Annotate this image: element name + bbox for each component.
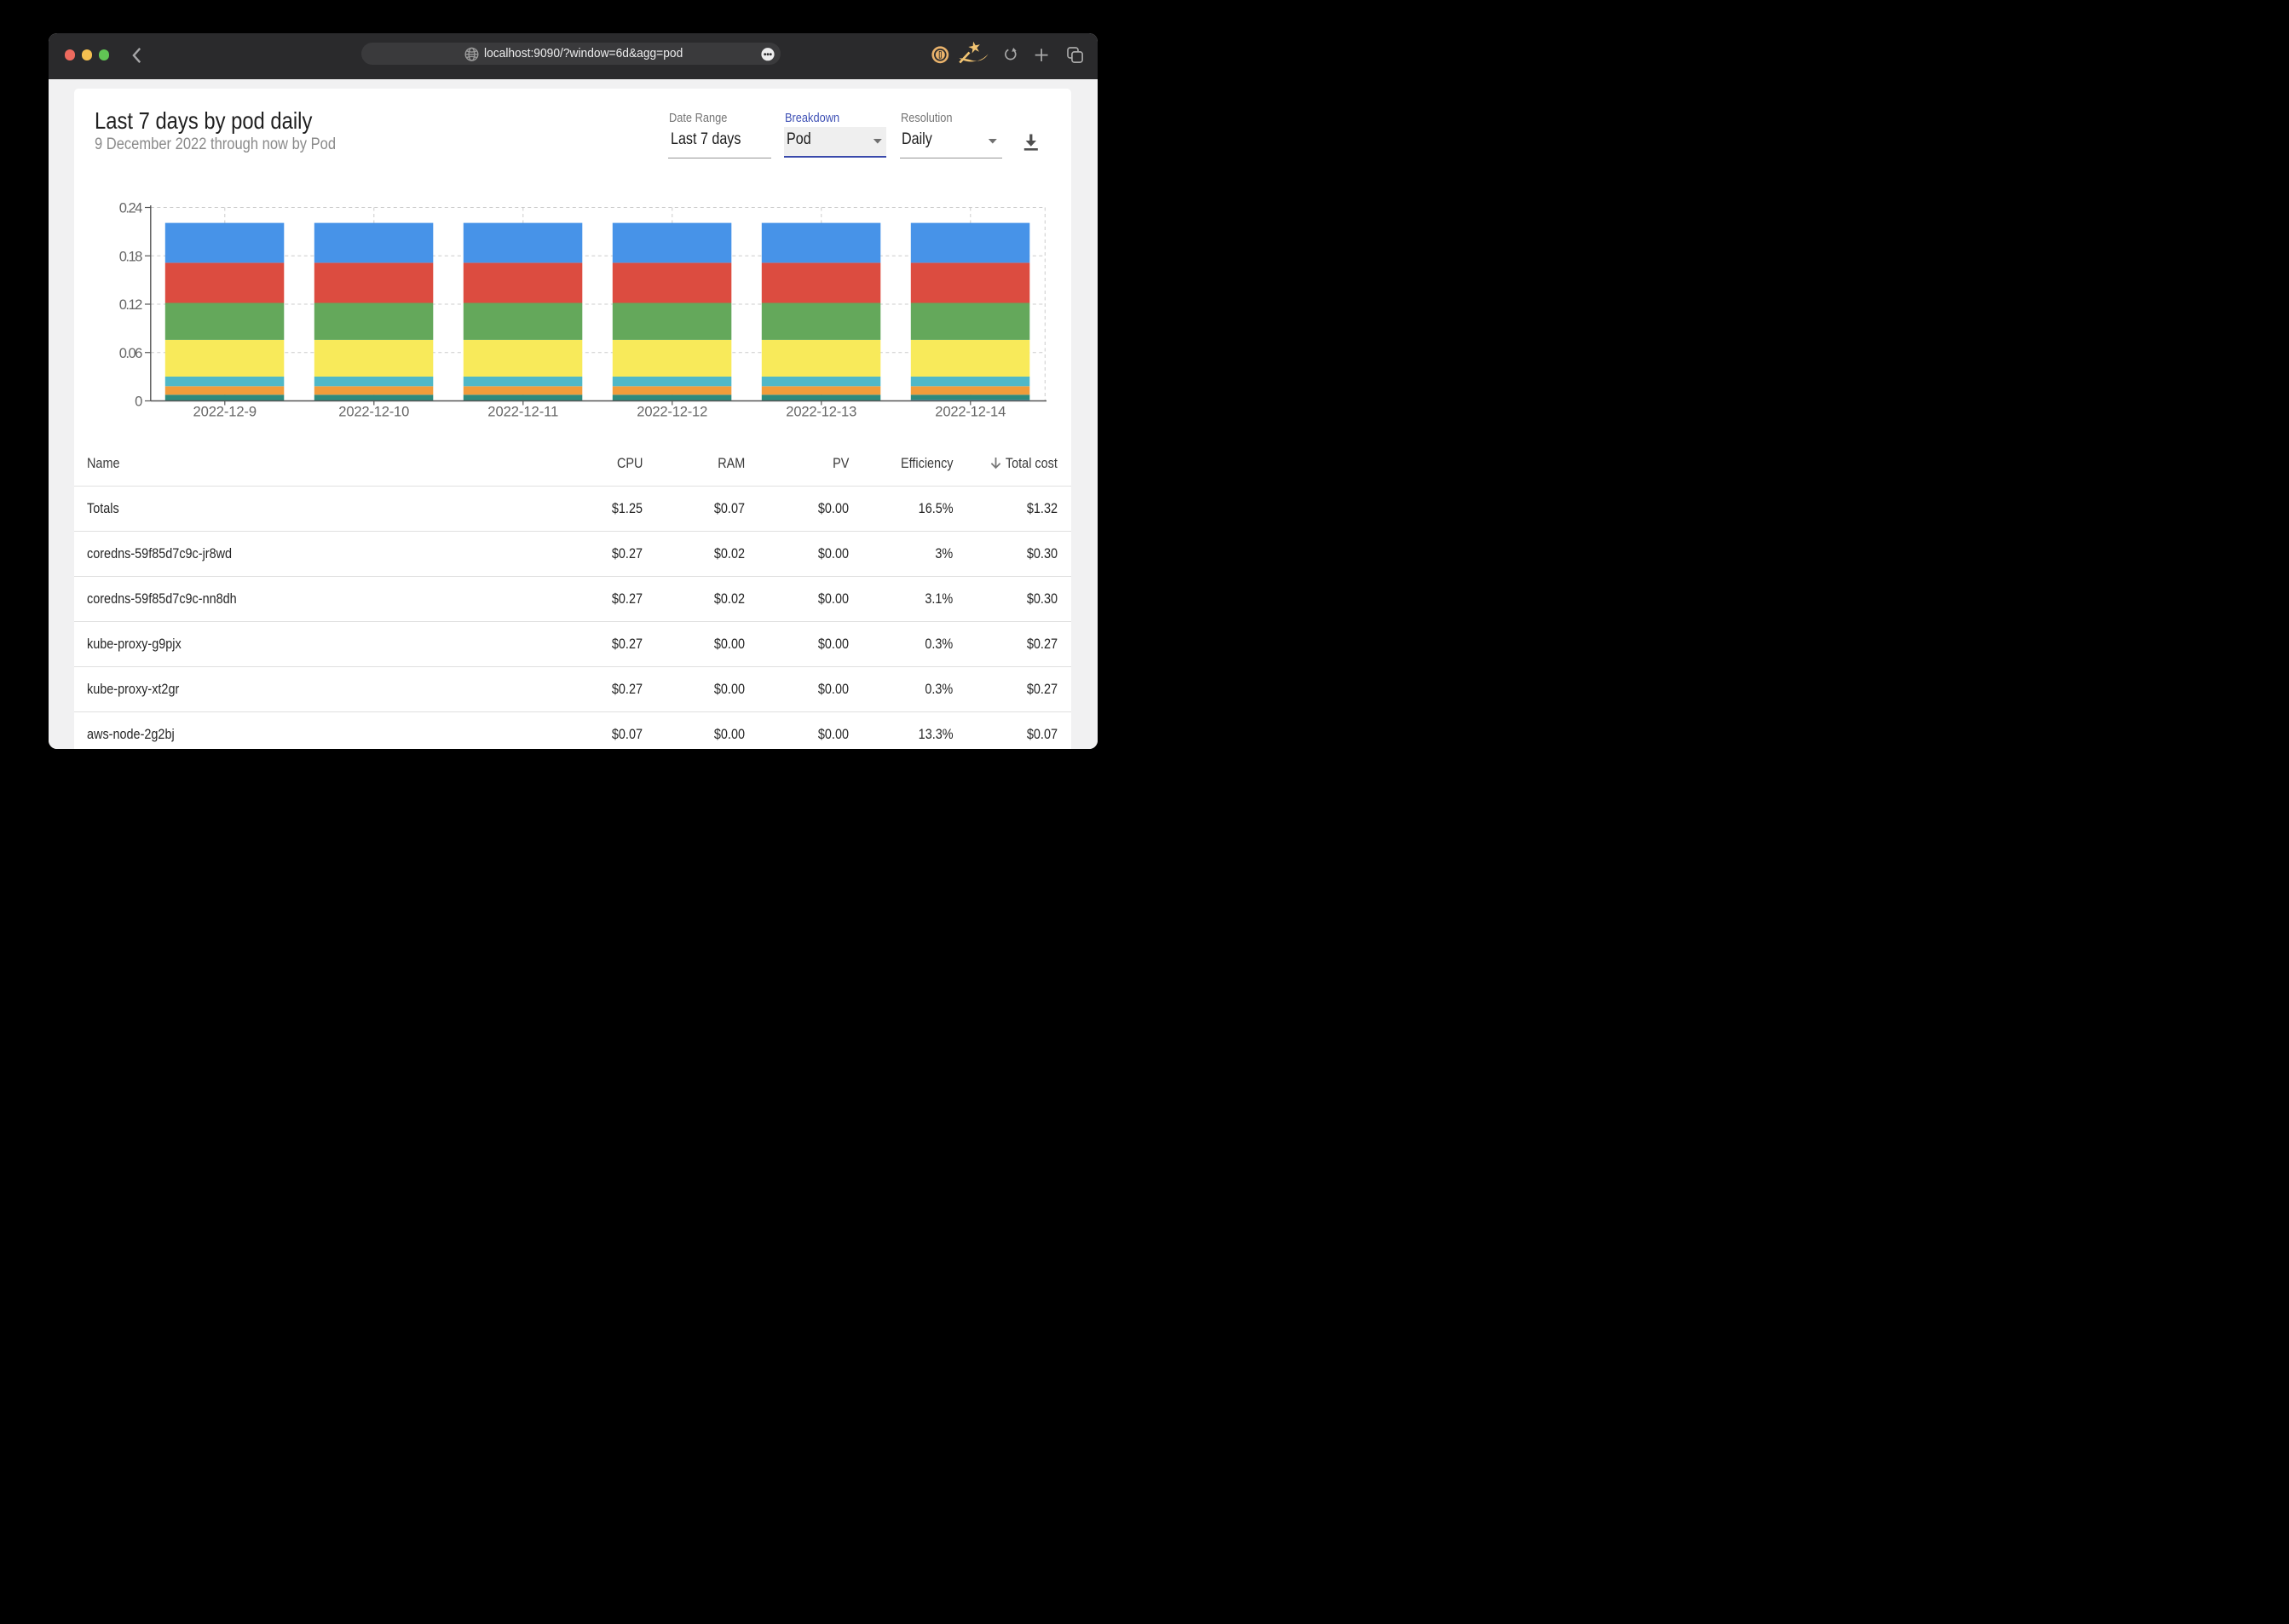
svg-text:0.12: 0.12 <box>118 297 142 313</box>
svg-text:2022-12-14: 2022-12-14 <box>935 403 1006 419</box>
svg-text:0: 0 <box>135 394 142 410</box>
svg-text:2022-12-9: 2022-12-9 <box>193 403 256 419</box>
svg-text:2022-12-13: 2022-12-13 <box>786 403 856 419</box>
svg-text:2022-12-11: 2022-12-11 <box>487 403 558 419</box>
svg-text:2022-12-10: 2022-12-10 <box>338 403 409 419</box>
svg-text:0.18: 0.18 <box>118 248 142 264</box>
svg-text:2022-12-12: 2022-12-12 <box>637 403 707 419</box>
svg-text:0.06: 0.06 <box>118 345 142 361</box>
svg-text:0.24: 0.24 <box>118 200 142 216</box>
